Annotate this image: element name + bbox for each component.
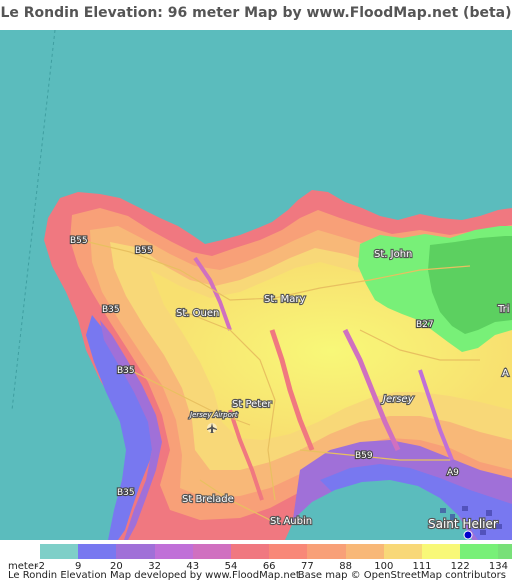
place-label-tri-partial: Tri xyxy=(497,304,510,315)
legend-swatch xyxy=(269,544,309,559)
place-label-saint-helier: Saint Helier xyxy=(428,517,498,531)
road-label-b27: B27 xyxy=(416,320,434,330)
place-label-st-aubin: St Aubin xyxy=(270,516,312,527)
place-label-st-peter: St Peter xyxy=(232,399,272,410)
page-title: Le Rondin Elevation: 96 meter Map by www… xyxy=(0,5,512,21)
credit-developer: Le Rondin Elevation Map developed by www… xyxy=(8,570,300,581)
place-label-st-mary: St. Mary xyxy=(264,294,305,305)
road-label-b35-north: B35 xyxy=(102,305,120,315)
location-marker-icon[interactable] xyxy=(463,530,473,540)
title-bar: Le Rondin Elevation: 96 meter Map by www… xyxy=(0,0,512,30)
legend-swatch xyxy=(40,544,79,559)
elevation-map[interactable]: St. Ouen St. Mary St. John St Peter Jers… xyxy=(0,30,512,540)
legend-swatch xyxy=(231,544,270,559)
road-label-a9: A9 xyxy=(447,468,459,478)
legend-swatch xyxy=(460,544,500,559)
road-label-b35-mid: B35 xyxy=(117,366,135,376)
place-label-jersey-airport: Jersey Airport xyxy=(188,411,238,419)
road-label-b35-south: B35 xyxy=(117,488,135,498)
legend-swatch xyxy=(78,544,118,559)
place-label-st-ouen: St. Ouen xyxy=(176,308,219,319)
legend-swatch xyxy=(154,544,194,559)
legend-swatch xyxy=(345,544,385,559)
place-label-jersey: Jersey xyxy=(381,394,415,405)
map-canvas: St. Ouen St. Mary St. John St Peter Jers… xyxy=(0,30,512,540)
legend-swatch xyxy=(116,544,156,559)
place-label-a-partial: A xyxy=(502,368,509,379)
credit-basemap: Base map © OpenStreetMap contributors xyxy=(297,570,506,581)
legend-swatch xyxy=(192,544,232,559)
elevation-legend: -2 9 20 32 43 54 66 77 88 100 111 122 134 meter Le R… xyxy=(0,540,512,582)
road-label-b55-center: B55 xyxy=(135,246,153,256)
place-label-st-john: St. John xyxy=(374,249,412,260)
legend-swatch xyxy=(383,544,423,559)
legend-swatch xyxy=(307,544,347,559)
legend-swatch xyxy=(498,544,512,559)
road-label-b55-west: B55 xyxy=(70,236,88,246)
airport-icon xyxy=(207,423,217,433)
legend-swatch xyxy=(422,544,461,559)
place-label-st-brelade: St Brelade xyxy=(182,494,234,505)
road-label-b59: B59 xyxy=(355,451,373,461)
